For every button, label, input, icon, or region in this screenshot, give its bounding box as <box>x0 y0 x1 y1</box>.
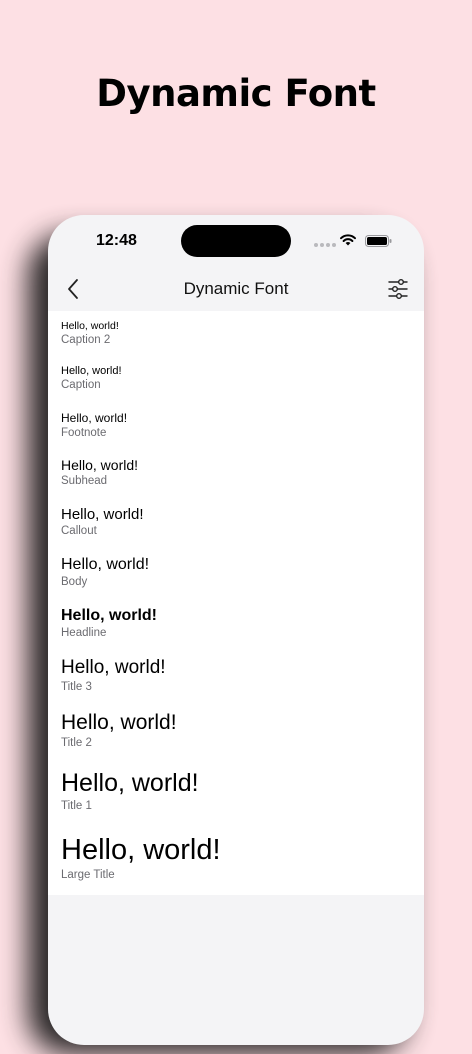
battery-icon <box>365 235 392 247</box>
style-label: Large Title <box>61 869 115 881</box>
list-item-title3: Hello, world! Title 3 <box>61 657 411 693</box>
font-style-list: Hello, world! Caption 2 Hello, world! Ca… <box>48 311 424 895</box>
style-label: Footnote <box>61 427 107 439</box>
list-item-caption: Hello, world! Caption <box>61 365 411 391</box>
list-item-subhead: Hello, world! Subhead <box>61 457 411 487</box>
style-label: Caption 2 <box>61 334 111 346</box>
sample-text: Hello, world! <box>61 457 139 473</box>
style-label: Title 3 <box>61 681 92 693</box>
sample-text: Hello, world! <box>61 506 144 523</box>
style-label: Title 2 <box>61 737 92 749</box>
style-label: Caption <box>61 379 101 391</box>
sample-text: Hello, world! <box>61 834 221 866</box>
sample-text: Hello, world! <box>61 607 157 624</box>
sample-text: Hello, world! <box>61 365 122 377</box>
sample-text: Hello, world! <box>61 711 177 734</box>
sample-text: Hello, world! <box>61 556 150 573</box>
sample-text: Hello, world! <box>61 320 119 332</box>
sliders-icon <box>388 279 408 300</box>
list-item-title1: Hello, world! Title 1 <box>61 769 411 812</box>
style-label: Callout <box>61 525 97 537</box>
nav-title: Dynamic Font <box>183 279 289 298</box>
list-item-large-title: Hello, world! Large Title <box>61 834 411 881</box>
style-label: Title 1 <box>61 800 92 812</box>
style-label: Headline <box>61 627 107 639</box>
status-time: 12:48 <box>96 232 137 249</box>
list-item-caption2: Hello, world! Caption 2 <box>61 320 411 346</box>
phone-frame: 12:48 Dynamic Font Hello, world! Caption… <box>48 215 424 1045</box>
sample-text: Hello, world! <box>61 657 166 678</box>
list-item-title2: Hello, world! Title 2 <box>61 711 411 749</box>
dynamic-island <box>181 225 291 257</box>
settings-button[interactable] <box>386 277 410 301</box>
sample-text: Hello, world! <box>61 769 199 797</box>
style-label: Subhead <box>61 475 108 487</box>
list-item-body: Hello, world! Body <box>61 556 411 588</box>
style-label: Body <box>61 576 88 588</box>
list-item-callout: Hello, world! Callout <box>61 506 411 537</box>
list-item-headline: Hello, world! Headline <box>61 607 411 639</box>
sample-text: Hello, world! <box>61 411 128 425</box>
navigation-bar: Dynamic Font <box>48 267 424 311</box>
wifi-icon <box>340 234 356 246</box>
list-item-footnote: Hello, world! Footnote <box>61 411 411 439</box>
promo-headline: Dynamic Font <box>96 72 376 115</box>
cellular-signal-icon <box>314 243 336 247</box>
status-bar: 12:48 <box>48 215 424 267</box>
